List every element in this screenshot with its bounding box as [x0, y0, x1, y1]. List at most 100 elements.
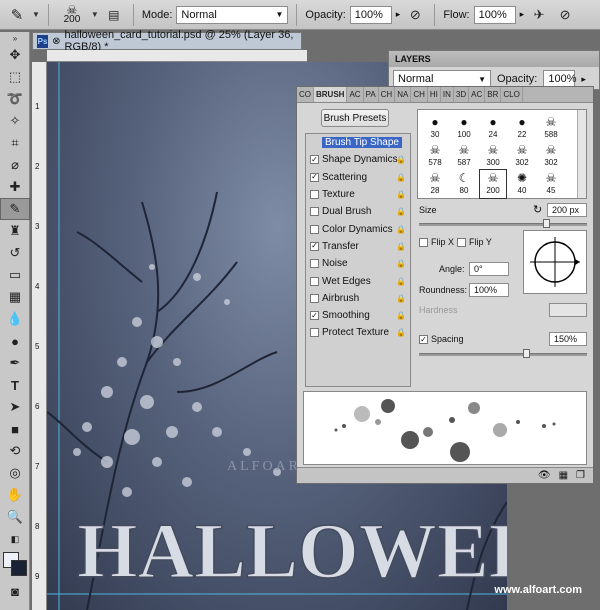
- eraser-tool-icon[interactable]: ▭: [0, 264, 30, 286]
- spacing-slider[interactable]: [419, 353, 587, 356]
- brush-tool-icon[interactable]: ✎: [0, 198, 30, 220]
- hand-tool-icon[interactable]: ✋: [0, 484, 30, 506]
- dodge-tool-icon[interactable]: ●: [0, 330, 30, 352]
- marquee-tool-icon[interactable]: ⬚: [0, 66, 30, 88]
- pressure-size-icon[interactable]: ⊘: [554, 4, 576, 26]
- brush-tip[interactable]: ☾ 80: [451, 170, 477, 198]
- checkbox[interactable]: [310, 207, 319, 217]
- layer-opacity-arrow-icon[interactable]: ▸: [581, 74, 586, 85]
- lock-icon[interactable]: 🔒: [396, 173, 406, 182]
- flow-slider-arrow-icon[interactable]: ▸: [520, 9, 525, 20]
- color-swatches[interactable]: [0, 550, 30, 580]
- clone-stamp-tool-icon[interactable]: ♜: [0, 220, 30, 242]
- 3d-orbit-tool-icon[interactable]: ◎: [0, 462, 30, 484]
- gradient-tool-icon[interactable]: ▦: [0, 286, 30, 308]
- tab-info[interactable]: IN: [441, 87, 454, 102]
- crop-tool-icon[interactable]: ⌗: [0, 132, 30, 154]
- opacity-slider-arrow-icon[interactable]: ▸: [396, 9, 401, 20]
- quick-mask-icon[interactable]: ◙: [0, 580, 30, 602]
- mode-select[interactable]: Normal ▼: [176, 5, 289, 24]
- size-slider-thumb[interactable]: [543, 219, 550, 228]
- brush-tool-icon[interactable]: ✎: [6, 4, 28, 26]
- brush-presets-button[interactable]: Brush Presets: [321, 109, 389, 127]
- layers-panel-header[interactable]: LAYERS: [389, 51, 599, 67]
- lock-icon[interactable]: 🔒: [396, 242, 406, 251]
- healing-brush-tool-icon[interactable]: ✚: [0, 176, 30, 198]
- size-slider[interactable]: [419, 223, 587, 226]
- checkbox[interactable]: [310, 276, 319, 286]
- brush-tip[interactable]: ☠ 28: [422, 170, 448, 198]
- move-tool-icon[interactable]: ✥: [0, 44, 30, 66]
- shape-tool-icon[interactable]: ■: [0, 418, 30, 440]
- checkbox-checked[interactable]: ✓: [310, 311, 319, 321]
- pressure-opacity-icon[interactable]: ⊘: [404, 4, 426, 26]
- roundness-input[interactable]: 100%: [469, 283, 509, 297]
- checkbox-checked[interactable]: ✓: [310, 241, 319, 251]
- tab-channels[interactable]: CH: [379, 87, 396, 102]
- checkbox[interactable]: [310, 190, 319, 200]
- tab-color[interactable]: CO: [297, 87, 314, 102]
- 3d-rotate-tool-icon[interactable]: ⟲: [0, 440, 30, 462]
- lasso-tool-icon[interactable]: ➰: [0, 88, 30, 110]
- checkbox-checked[interactable]: ✓: [310, 172, 319, 182]
- document-tab[interactable]: Ps ⊗ halloween_card_tutorial.psd @ 25% (…: [32, 29, 302, 53]
- option-scattering[interactable]: ✓ Scattering 🔒: [306, 169, 410, 186]
- option-transfer[interactable]: ✓ Transfer 🔒: [306, 238, 410, 255]
- lock-icon[interactable]: 🔒: [396, 207, 406, 216]
- lock-icon[interactable]: 🔒: [396, 155, 406, 164]
- angle-input[interactable]: 0°: [469, 262, 509, 276]
- option-texture[interactable]: Texture 🔒: [306, 186, 410, 203]
- lock-icon[interactable]: 🔒: [396, 259, 406, 268]
- brush-tip[interactable]: ☠ 300: [480, 142, 506, 170]
- brush-tip[interactable]: ● 100: [451, 114, 477, 142]
- option-noise[interactable]: Noise 🔒: [306, 255, 410, 272]
- brush-tip[interactable]: ● 30: [422, 114, 448, 142]
- airbrush-icon[interactable]: ✈: [528, 4, 550, 26]
- spacing-input[interactable]: 150%: [549, 332, 587, 346]
- spacing-checkbox-checked[interactable]: ✓: [419, 335, 428, 344]
- history-brush-tool-icon[interactable]: ↺: [0, 242, 30, 264]
- tab-history[interactable]: HI: [428, 87, 441, 102]
- tab-brush-presets[interactable]: BR: [485, 87, 502, 102]
- brush-tip[interactable]: ☠ 45: [538, 170, 564, 198]
- zoom-tool-icon[interactable]: 🔍: [0, 506, 30, 528]
- tab-actions[interactable]: AC: [347, 87, 364, 102]
- brush-tip-selected[interactable]: ☠ 200: [479, 169, 507, 199]
- tip-scrollbar[interactable]: [577, 110, 586, 198]
- checkbox-checked[interactable]: ✓: [310, 155, 319, 165]
- flip-y-checkbox[interactable]: [457, 238, 466, 247]
- tab-clone-source[interactable]: CLO: [501, 87, 523, 102]
- tool-preset-dropdown-icon[interactable]: ▼: [32, 10, 40, 19]
- spacing-slider-thumb[interactable]: [523, 349, 530, 358]
- brush-tip[interactable]: ✺ 40: [509, 170, 535, 198]
- reset-size-icon[interactable]: ↻: [533, 203, 542, 216]
- eyedropper-tool-icon[interactable]: ⌀: [0, 154, 30, 176]
- tab-adjustments[interactable]: AC: [469, 87, 486, 102]
- option-airbrush[interactable]: Airbrush 🔒: [306, 290, 410, 307]
- brush-tip[interactable]: ☠ 302: [509, 142, 535, 170]
- brush-tip[interactable]: ☠ 578: [422, 142, 448, 170]
- tab-navigator[interactable]: NA: [395, 87, 412, 102]
- lock-icon[interactable]: 🔒: [396, 225, 406, 234]
- brush-picker-dropdown-icon[interactable]: ▼: [91, 10, 99, 19]
- option-smoothing[interactable]: ✓ Smoothing 🔒: [306, 307, 410, 324]
- brush-tip[interactable]: ☠ 588: [538, 114, 564, 142]
- flow-input[interactable]: 100%: [473, 5, 516, 24]
- brush-tip[interactable]: ☠ 302: [538, 142, 564, 170]
- close-icon[interactable]: ⊗: [52, 36, 60, 47]
- checkbox[interactable]: [310, 328, 319, 338]
- tab-character[interactable]: CH: [411, 87, 428, 102]
- type-tool-icon[interactable]: T: [0, 374, 30, 396]
- brush-tip[interactable]: ☠ 587: [451, 142, 477, 170]
- toggle-brush-panel-icon[interactable]: ▤: [103, 4, 125, 26]
- option-shape-dynamics[interactable]: ✓ Shape Dynamics 🔒: [306, 151, 410, 168]
- option-wet-edges[interactable]: Wet Edges 🔒: [306, 272, 410, 289]
- lock-icon[interactable]: 🔒: [396, 328, 406, 337]
- lock-icon[interactable]: 🔒: [396, 294, 406, 303]
- tab-3d[interactable]: 3D: [454, 87, 470, 102]
- panel-collapse-icon[interactable]: »: [0, 32, 30, 44]
- pen-tool-icon[interactable]: ✒: [0, 352, 30, 374]
- grid-view-icon[interactable]: ▦: [559, 470, 568, 481]
- checkbox[interactable]: [310, 293, 319, 303]
- size-input[interactable]: 200 px: [547, 203, 587, 217]
